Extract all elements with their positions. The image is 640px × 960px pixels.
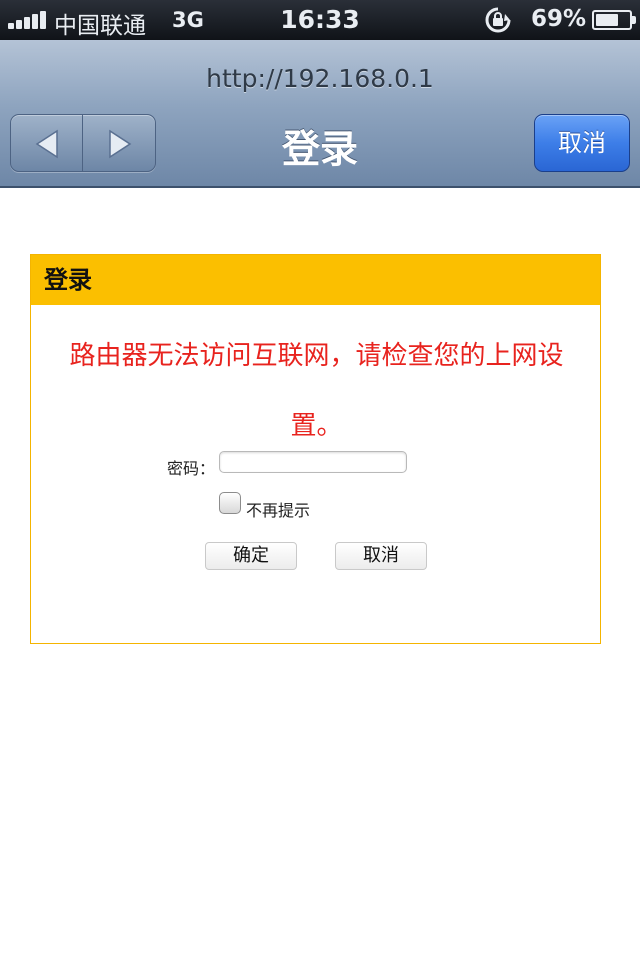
login-panel-header: 登录 bbox=[31, 255, 600, 305]
battery-level-fill bbox=[596, 14, 618, 26]
battery-icon bbox=[592, 10, 636, 30]
confirm-button[interactable]: 确定 bbox=[205, 542, 297, 570]
url-display[interactable]: http://192.168.0.1 bbox=[0, 64, 640, 93]
nav-cancel-button[interactable]: 取消 bbox=[534, 114, 630, 172]
password-label: 密码： bbox=[167, 459, 216, 478]
back-arrow-icon bbox=[35, 129, 58, 159]
browser-nav-bar: http://192.168.0.1 登录 取消 bbox=[0, 40, 640, 188]
back-forward-control bbox=[10, 114, 156, 172]
dont-remind-checkbox[interactable] bbox=[219, 492, 241, 514]
rotation-lock-icon bbox=[485, 7, 511, 33]
cancel-button[interactable]: 取消 bbox=[335, 542, 427, 570]
login-panel: 登录 路由器无法访问互联网，请检查您的上网设置。 密码： 不再提示 确定 取消 bbox=[30, 254, 601, 644]
dont-remind-label[interactable]: 不再提示 bbox=[246, 497, 310, 521]
forward-arrow-icon bbox=[109, 129, 132, 159]
warning-message: 路由器无法访问互联网，请检查您的上网设置。 bbox=[69, 341, 564, 441]
forward-button[interactable] bbox=[84, 115, 155, 171]
status-bar: 中国联通 3G 16:33 69% bbox=[0, 0, 640, 40]
battery-percent: 69% bbox=[531, 6, 587, 32]
password-input[interactable] bbox=[219, 451, 407, 473]
back-button[interactable] bbox=[11, 115, 83, 171]
